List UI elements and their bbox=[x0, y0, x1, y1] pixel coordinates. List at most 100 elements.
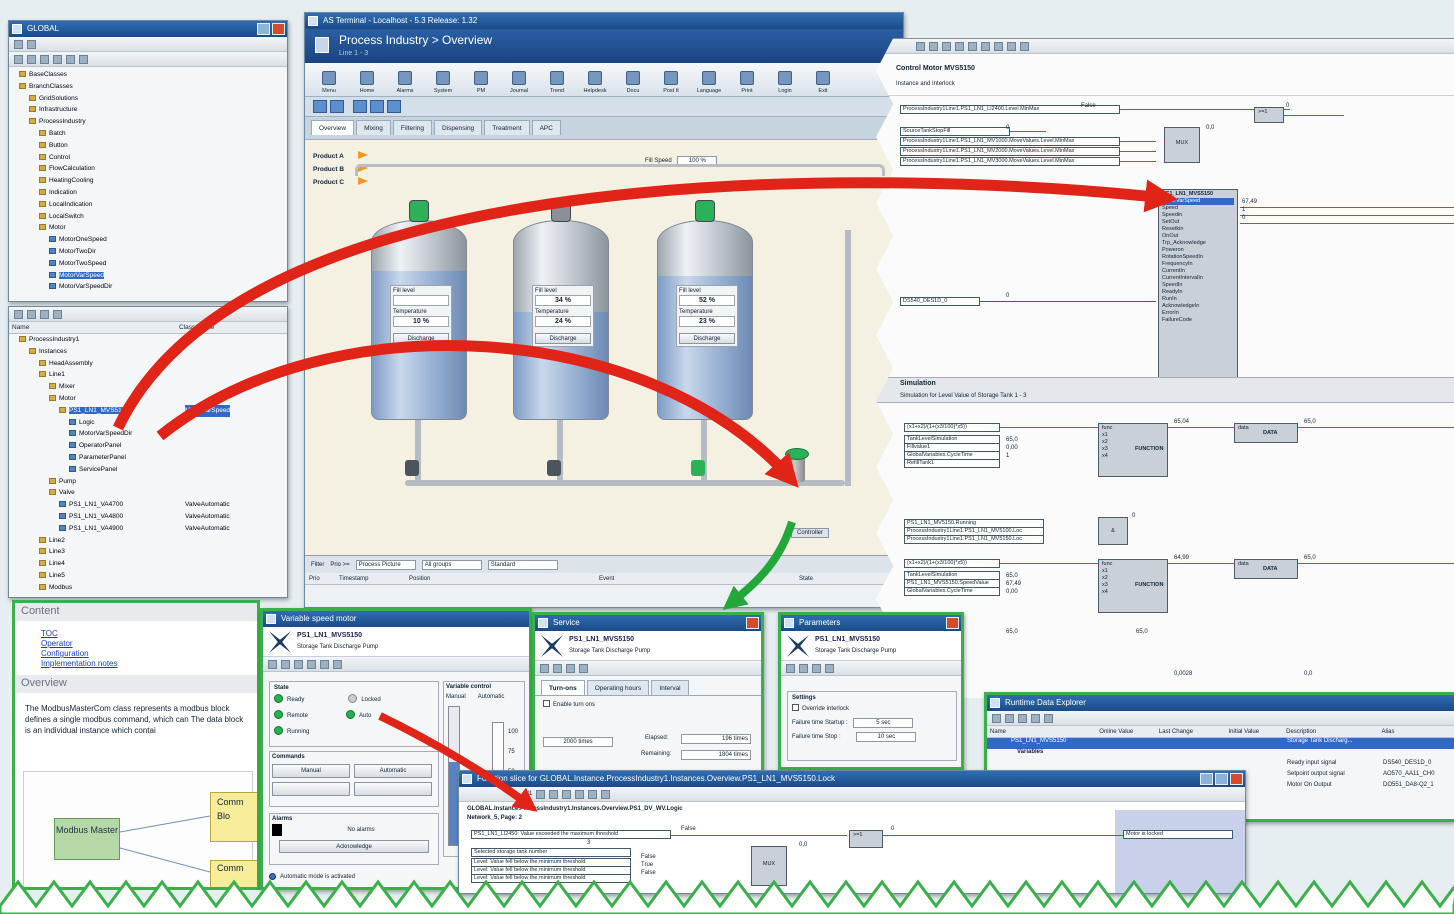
tree-node[interactable]: Pump bbox=[13, 476, 287, 488]
toolbar-icon[interactable] bbox=[1020, 41, 1029, 51]
toolbar-icon[interactable] bbox=[825, 663, 834, 673]
and-block[interactable]: & bbox=[1098, 517, 1128, 545]
start-button[interactable] bbox=[272, 782, 350, 796]
toolbar-icon[interactable] bbox=[553, 663, 562, 673]
or-block[interactable]: >=1 bbox=[849, 830, 883, 848]
toolbar-icon[interactable] bbox=[992, 713, 1001, 723]
tree-node[interactable]: BaseClasses bbox=[13, 69, 287, 81]
toolbar-icon[interactable] bbox=[40, 309, 49, 319]
toolbar-icon[interactable] bbox=[942, 41, 951, 51]
tree-node[interactable]: FlowCalculation bbox=[13, 163, 287, 175]
tree-node[interactable]: Line4 bbox=[13, 558, 287, 570]
toolbar-icon[interactable] bbox=[601, 789, 611, 799]
toolbar-icon[interactable] bbox=[994, 41, 1003, 51]
nav-up-icon[interactable] bbox=[370, 100, 384, 113]
tank-motor-icon[interactable] bbox=[551, 200, 571, 222]
zoom-icon[interactable] bbox=[981, 41, 990, 51]
nav-button-language[interactable]: Language bbox=[691, 71, 727, 96]
toolbar-icon[interactable] bbox=[27, 54, 36, 64]
toolbar-icon[interactable] bbox=[540, 663, 549, 673]
nav-button-pm[interactable]: PM bbox=[463, 71, 499, 96]
col-class-name[interactable]: Class Name bbox=[179, 322, 214, 333]
nav-left-icon[interactable] bbox=[353, 100, 367, 113]
zoom-icon[interactable] bbox=[955, 41, 964, 51]
tree-node[interactable]: Line1 bbox=[13, 369, 287, 381]
toolbar-icon[interactable] bbox=[281, 659, 290, 669]
nav-button-menu[interactable]: Menu bbox=[311, 71, 347, 96]
acknowledge-button[interactable]: Acknowledge bbox=[279, 840, 429, 853]
service-tab[interactable]: Interval bbox=[651, 680, 689, 695]
rde-column-header[interactable]: Alias bbox=[1379, 726, 1454, 737]
stop-time-field[interactable]: 10 sec bbox=[856, 732, 917, 742]
toolbar-icon[interactable] bbox=[812, 663, 821, 673]
nav-button-docu[interactable]: Docu bbox=[615, 71, 651, 96]
tree-node[interactable]: PS1_LN1_VA4700 ValveAutomatic bbox=[13, 499, 287, 511]
tree-node[interactable]: Logic bbox=[13, 417, 287, 429]
toolbar-icon[interactable] bbox=[786, 663, 795, 673]
tree-node[interactable]: LocalSwitch bbox=[13, 211, 287, 223]
signal-input[interactable]: SourceTankStopFill bbox=[900, 127, 1010, 136]
tree-node[interactable]: HeatingCooling bbox=[13, 175, 287, 187]
toc-link[interactable]: TOC bbox=[41, 629, 257, 639]
zoom-icon[interactable] bbox=[968, 41, 977, 51]
toolbar-icon[interactable] bbox=[333, 659, 342, 669]
tree-node[interactable]: PS1_LN1_VA4800 ValveAutomatic bbox=[13, 511, 287, 523]
toolbar-icon[interactable] bbox=[1005, 713, 1014, 723]
standard-field[interactable]: Standard bbox=[487, 559, 558, 570]
rde-column-header[interactable]: Description bbox=[1283, 726, 1378, 737]
toolbar-icon[interactable] bbox=[1007, 41, 1016, 51]
toolbar-icon[interactable] bbox=[307, 659, 316, 669]
tab-dispensing[interactable]: Dispensing bbox=[434, 120, 483, 135]
tab-filtering[interactable]: Filtering bbox=[392, 120, 433, 135]
nav-button-alarms[interactable]: Alarms bbox=[387, 71, 423, 96]
nav-button-print[interactable]: Print bbox=[729, 71, 765, 96]
rde-variables[interactable]: Variables bbox=[987, 749, 1454, 760]
tree-node[interactable]: Line2 bbox=[13, 535, 287, 547]
toolbar-icon[interactable] bbox=[14, 54, 23, 64]
toolbar-icon[interactable] bbox=[916, 41, 925, 51]
nav-right-icon[interactable] bbox=[387, 100, 401, 113]
tab-mixing[interactable]: Mixing bbox=[356, 120, 391, 135]
toolbar-icon[interactable] bbox=[27, 309, 36, 319]
enable-turnons-checkbox[interactable] bbox=[543, 700, 550, 707]
valve-icon[interactable] bbox=[405, 460, 419, 476]
nav-button-home[interactable]: Home bbox=[349, 71, 385, 96]
process-picture-field[interactable]: Process Picture bbox=[355, 559, 416, 570]
valve-icon[interactable] bbox=[547, 460, 561, 476]
rde-column-header[interactable]: Name bbox=[987, 726, 1096, 737]
nav-button-post-it[interactable]: Post It bbox=[653, 71, 689, 96]
tree-node[interactable]: LocalIndication bbox=[13, 199, 287, 211]
tree-node[interactable]: ServicePanel bbox=[13, 464, 287, 476]
nav-forward-icon[interactable] bbox=[330, 100, 344, 113]
interval-field[interactable]: 2000 times bbox=[543, 737, 613, 747]
zoom-icon[interactable] bbox=[549, 789, 559, 799]
storage-tank[interactable]: Fill level Temperature 10 % Discharge bbox=[371, 220, 467, 420]
tab-treatment[interactable]: Treatment bbox=[484, 120, 530, 135]
toolbar-icon[interactable] bbox=[268, 659, 277, 669]
close-button[interactable] bbox=[272, 23, 285, 35]
lock-output[interactable]: Motor is locked bbox=[1123, 830, 1233, 839]
storage-tank[interactable]: Fill level 34 % Temperature 24 % Discharge bbox=[513, 220, 609, 420]
toolbar-icon[interactable] bbox=[53, 54, 62, 64]
close-button[interactable] bbox=[946, 617, 959, 629]
tree-node[interactable]: MotorVarSpeedDir bbox=[13, 281, 287, 293]
tree-node[interactable]: BranchClasses bbox=[13, 81, 287, 93]
expression-input[interactable]: (x1+x2)/(1+(x3/100)*x5)) bbox=[904, 559, 1000, 568]
discharge-pump-icon[interactable] bbox=[785, 448, 809, 482]
mux-block[interactable]: MUX bbox=[1164, 127, 1200, 163]
rde-row[interactable]: PS1_LN1_MVS5150 Storage Tank Discharg... bbox=[987, 738, 1454, 749]
discharge-button[interactable]: Discharge bbox=[535, 333, 591, 344]
toolbar-icon[interactable] bbox=[79, 54, 88, 64]
tree-node[interactable]: Motor bbox=[13, 222, 287, 234]
selected-tank-signal[interactable]: Selected storage tank number bbox=[471, 848, 631, 857]
tree-node[interactable]: MotorVarSpeedDir bbox=[13, 428, 287, 440]
toolbar-icon[interactable] bbox=[320, 659, 329, 669]
simulation-input[interactable]: GlobalVariables.CycleTime bbox=[904, 587, 1000, 596]
service-tab[interactable]: Operating hours bbox=[586, 680, 650, 695]
col-name[interactable]: Name bbox=[9, 322, 179, 333]
filter-icon[interactable] bbox=[14, 309, 23, 319]
tree-node[interactable]: Instances bbox=[13, 346, 287, 358]
toc-link[interactable]: Configuration bbox=[41, 649, 257, 659]
simulation-input[interactable]: RefillTank1 bbox=[904, 459, 1000, 468]
minimize-button[interactable] bbox=[1200, 773, 1213, 785]
